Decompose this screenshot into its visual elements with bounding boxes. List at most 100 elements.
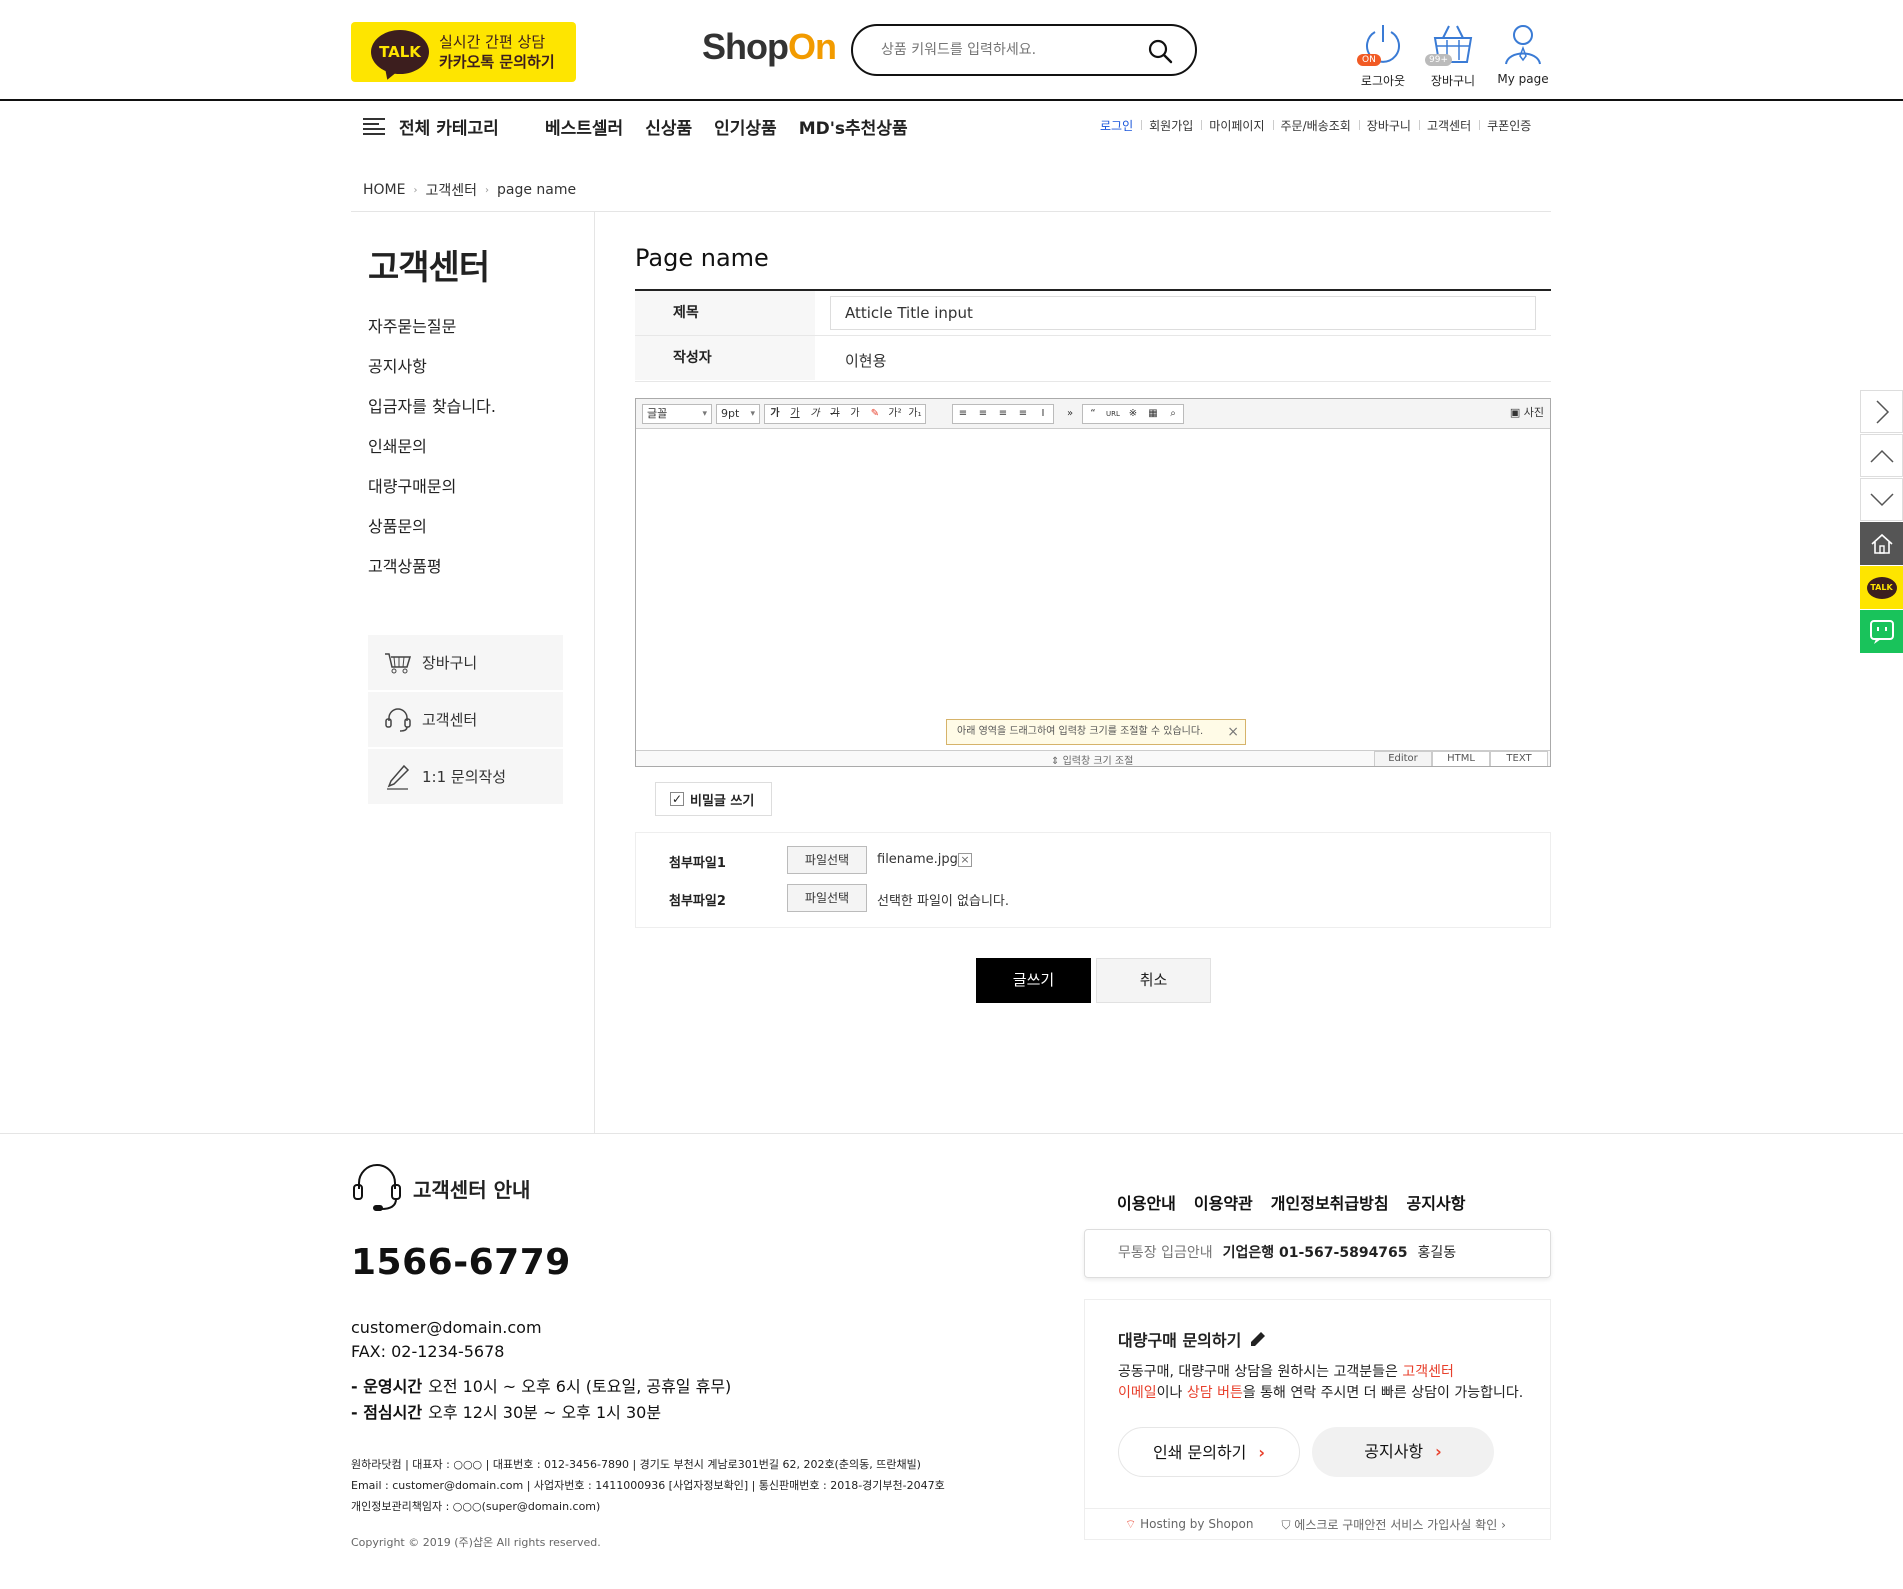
site-logo[interactable]: ShopOn [702, 26, 837, 68]
photo-button[interactable]: ▣ 사진 [1510, 404, 1544, 420]
chat-icon [1869, 619, 1894, 644]
editor-toolbar: 글꼴 9pt 가 가 가 가 가 ✎ 가² 가₁ ≡ ≡ ≡ ≡ Ι » “ U… [636, 399, 1550, 429]
breadcrumb: HOME › 고객센터 › page name [363, 180, 576, 200]
notice-button[interactable]: 공지사항 › [1312, 1427, 1494, 1477]
tab-html[interactable]: HTML [1432, 751, 1490, 766]
header-divider [0, 99, 1903, 101]
table-icon[interactable]: ▦ [1143, 405, 1163, 423]
logout-link[interactable]: ON 로그아웃 [1353, 22, 1413, 89]
more-icon[interactable]: » [1060, 405, 1080, 423]
print-inquiry-label: 인쇄 문의하기 [1153, 1443, 1247, 1462]
quick-kakao-button[interactable]: TALK [1860, 566, 1903, 609]
sidebar-item[interactable]: 자주묻는질문 [368, 316, 496, 356]
chevron-right-icon: › [1258, 1443, 1265, 1462]
submit-button[interactable]: 글쓰기 [976, 958, 1091, 1003]
talk-badge-text: TALK [379, 43, 421, 61]
close-icon[interactable]: × [1227, 720, 1239, 744]
search-input[interactable] [881, 38, 1131, 62]
biz-line: 개인정보관리책임자 : ○○○(super@domain.com) [351, 1500, 601, 1513]
footer-link[interactable]: 이용약관 [1194, 1190, 1253, 1214]
sidebar-item[interactable]: 대량구매문의 [368, 476, 496, 516]
all-category-button[interactable]: 전체 카테고리 [363, 114, 499, 139]
talk-title: 카카오톡 문의하기 [439, 53, 555, 71]
breadcrumb-item[interactable]: 고객센터 [425, 180, 477, 200]
footer-link[interactable]: 이용안내 [1117, 1190, 1176, 1214]
size-select[interactable]: 9pt [716, 404, 760, 424]
sidebar-item[interactable]: 고객상품평 [368, 556, 496, 596]
hosting-link[interactable]: ⌔ Hosting by Shopon [1125, 1517, 1253, 1532]
align-justify-icon[interactable]: ≡ [1013, 405, 1033, 423]
file-select-button-2[interactable]: 파일선택 [787, 884, 867, 912]
footer-email[interactable]: customer@domain.com [351, 1316, 542, 1340]
util-cart[interactable]: 장바구니 [1358, 117, 1419, 134]
font-select[interactable]: 글꼴 [642, 404, 712, 424]
util-cs[interactable]: 고객센터 [1418, 117, 1479, 134]
remove-file-icon[interactable]: × [958, 853, 972, 867]
bulk-text: 이나 [1156, 1385, 1187, 1401]
align-left-icon[interactable]: ≡ [953, 405, 973, 423]
sidebar-inquiry-box[interactable]: 1:1 문의작성 [368, 749, 563, 804]
mypage-link[interactable]: My page [1493, 22, 1553, 86]
underline-icon[interactable]: 가 [785, 405, 805, 423]
tab-editor[interactable]: Editor [1374, 751, 1432, 766]
quick-home-button[interactable] [1860, 522, 1903, 565]
escrow-link[interactable]: ⛉ 에스크로 구매안전 서비스 가입사실 확인 › [1281, 1516, 1505, 1533]
sidebar-item[interactable]: 공지사항 [368, 356, 496, 396]
bulk-link-cs[interactable]: 고객센터 [1402, 1364, 1454, 1380]
gnb-item[interactable]: 인기상품 [714, 114, 777, 139]
util-orders[interactable]: 주문/배송조회 [1272, 117, 1359, 134]
util-login[interactable]: 로그인 [1092, 117, 1141, 134]
line-height-icon[interactable]: Ι [1033, 405, 1053, 423]
quote-icon[interactable]: “ [1083, 405, 1103, 423]
resize-handle[interactable]: ⇕ 입력창 크기 조절 Editor HTML TEXT [636, 750, 1550, 767]
attach1-label: 첨부파일1 [669, 856, 726, 871]
sidebar-item[interactable]: 입금자를 찾습니다. [368, 396, 496, 436]
bulk-link-email[interactable]: 이메일 [1118, 1385, 1157, 1401]
subscript-icon[interactable]: 가₁ [905, 405, 925, 423]
search-icon[interactable] [1147, 38, 1173, 64]
chevron-right-icon: › [485, 184, 490, 196]
italic-icon[interactable]: 가 [805, 405, 825, 423]
gnb-item[interactable]: 베스트셀러 [545, 114, 623, 139]
bulk-link-consult[interactable]: 상담 버튼 [1187, 1385, 1243, 1401]
gnb-item[interactable]: 신상품 [645, 114, 692, 139]
cart-link[interactable]: 99+ 장바구니 [1423, 22, 1483, 89]
print-inquiry-button[interactable]: 인쇄 문의하기 › [1118, 1427, 1300, 1477]
sidebar-cs-box[interactable]: 고객센터 [368, 692, 563, 747]
sidebar-cart-box[interactable]: 장바구니 [368, 635, 563, 690]
gnb-item[interactable]: MD's추천상품 [799, 114, 908, 139]
special-char-icon[interactable]: ※ [1123, 405, 1143, 423]
bold-icon[interactable]: 가 [765, 405, 785, 423]
link-icon[interactable]: URL [1103, 405, 1123, 423]
tab-text[interactable]: TEXT [1490, 751, 1548, 766]
strike-icon[interactable]: 가 [825, 405, 845, 423]
kakao-talk-banner[interactable]: TALK 실시간 간편 상담 카카오톡 문의하기 [351, 22, 576, 82]
title-input[interactable] [830, 296, 1536, 330]
scroll-top-button[interactable] [1860, 434, 1903, 477]
find-icon[interactable]: ⌕ [1163, 405, 1183, 423]
quick-chat-button[interactable] [1860, 610, 1903, 653]
breadcrumb-home[interactable]: HOME [363, 182, 405, 198]
footer-link[interactable]: 공지사항 [1407, 1190, 1466, 1214]
resize-label: ⇕ 입력창 크기 조절 [1051, 756, 1134, 767]
util-mypage[interactable]: 마이페이지 [1201, 117, 1272, 134]
util-coupon[interactable]: 쿠폰인증 [1479, 117, 1539, 134]
sidebar-item[interactable]: 상품문의 [368, 516, 496, 556]
all-category-label: 전체 카테고리 [399, 119, 499, 139]
util-join[interactable]: 회원가입 [1141, 117, 1201, 134]
logout-label: 로그아웃 [1360, 74, 1406, 88]
headset-icon [385, 707, 411, 732]
footer-link[interactable]: 개인정보취급방침 [1271, 1190, 1389, 1214]
logo-on-text: On [787, 26, 837, 67]
sidebar-item[interactable]: 인쇄문의 [368, 436, 496, 476]
quick-expand-button[interactable] [1860, 390, 1903, 433]
highlight-icon[interactable]: ✎ [865, 405, 885, 423]
align-right-icon[interactable]: ≡ [993, 405, 1013, 423]
file-select-button-1[interactable]: 파일선택 [787, 846, 867, 874]
superscript-icon[interactable]: 가² [885, 405, 905, 423]
font-color-icon[interactable]: 가 [845, 405, 865, 423]
scroll-bottom-button[interactable] [1860, 478, 1903, 521]
align-center-icon[interactable]: ≡ [973, 405, 993, 423]
cancel-button[interactable]: 취소 [1096, 958, 1211, 1003]
secret-checkbox[interactable]: ✓ 비밀글 쓰기 [655, 782, 772, 816]
